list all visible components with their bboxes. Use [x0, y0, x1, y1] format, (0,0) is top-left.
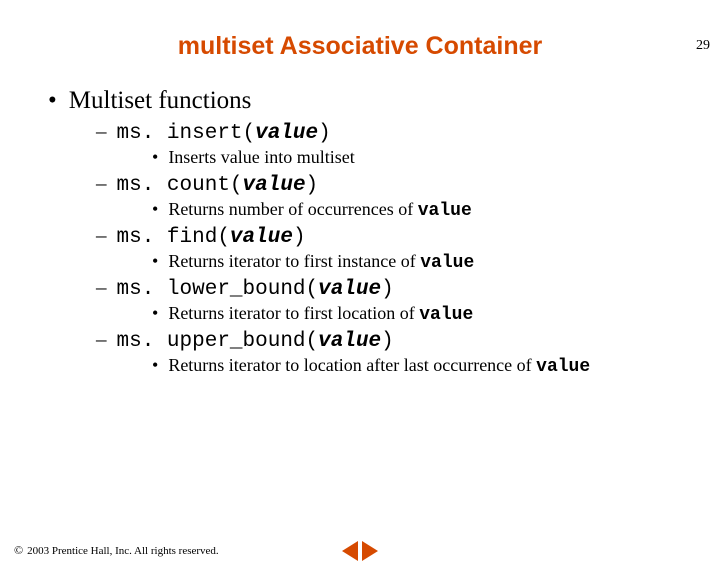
heading-lvl1: Multiset functions — [48, 87, 690, 115]
copyright: © 2003 Prentice Hall, Inc. All rights re… — [14, 543, 219, 558]
next-arrow-icon[interactable] — [362, 541, 378, 561]
func-item: ms. lower_bound(value) — [96, 275, 690, 301]
copyright-text: 2003 Prentice Hall, Inc. All rights rese… — [27, 545, 219, 557]
page-number: 29 — [696, 38, 710, 54]
code-param: value — [243, 174, 306, 197]
desc-mono: value — [419, 305, 473, 325]
func-item: ms. count(value) — [96, 171, 690, 197]
desc-text: Inserts value into multiset — [168, 147, 354, 167]
code-suffix: ) — [306, 174, 319, 197]
code-suffix: ) — [381, 278, 394, 301]
func-item: ms. upper_bound(value) — [96, 327, 690, 353]
desc-text: Returns iterator to first instance of — [168, 251, 420, 271]
copyright-icon: © — [14, 543, 23, 558]
code-prefix: ms. insert( — [117, 122, 256, 145]
slide-title: multiset Associative Container — [0, 32, 720, 61]
code-suffix: ) — [381, 330, 394, 353]
desc-text: Returns iterator to location after last … — [168, 355, 536, 375]
code-param: value — [318, 278, 381, 301]
func-item: ms. find(value) — [96, 223, 690, 249]
code-prefix: ms. count( — [117, 174, 243, 197]
func-desc: Returns number of occurrences of value — [152, 199, 690, 221]
func-desc: Inserts value into multiset — [152, 147, 690, 169]
desc-mono: value — [420, 253, 474, 273]
nav-arrows — [342, 541, 378, 561]
desc-mono: value — [418, 201, 472, 221]
desc-text: Returns number of occurrences of — [168, 199, 417, 219]
code-suffix: ) — [318, 122, 331, 145]
footer: © 2003 Prentice Hall, Inc. All rights re… — [14, 543, 706, 558]
code-param: value — [318, 330, 381, 353]
slide-content: Multiset functions ms. insert(value) Ins… — [0, 87, 720, 377]
func-item: ms. insert(value) — [96, 119, 690, 145]
func-desc: Returns iterator to location after last … — [152, 355, 690, 377]
prev-arrow-icon[interactable] — [342, 541, 358, 561]
func-desc: Returns iterator to first instance of va… — [152, 251, 690, 273]
code-param: value — [255, 122, 318, 145]
code-prefix: ms. upper_bound( — [117, 330, 319, 353]
code-prefix: ms. lower_bound( — [117, 278, 319, 301]
code-prefix: ms. find( — [117, 226, 230, 249]
desc-mono: value — [536, 357, 590, 377]
code-param: value — [230, 226, 293, 249]
code-suffix: ) — [293, 226, 306, 249]
desc-text: Returns iterator to first location of — [168, 303, 419, 323]
func-desc: Returns iterator to first location of va… — [152, 303, 690, 325]
